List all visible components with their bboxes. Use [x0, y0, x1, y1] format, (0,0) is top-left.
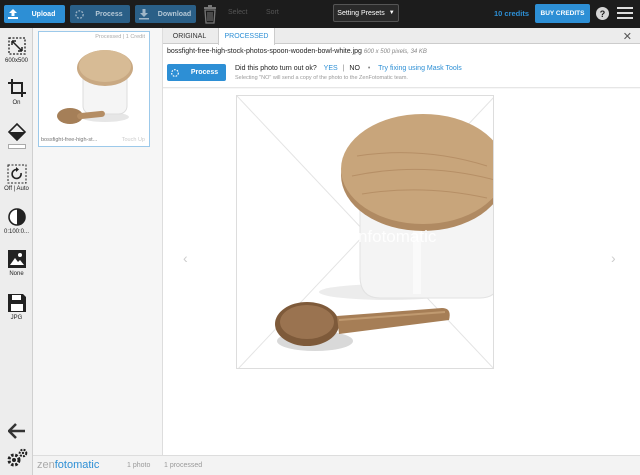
tab-original[interactable]: ORIGINAL: [163, 28, 216, 44]
brand-zen: zen: [37, 459, 55, 471]
help-icon[interactable]: ?: [596, 7, 609, 20]
question-text: Did this photo turn out ok?: [235, 65, 317, 72]
photo-count: 1 photo: [127, 462, 151, 469]
no-link[interactable]: NO: [349, 65, 360, 72]
sort-menu[interactable]: Sort: [266, 9, 279, 16]
buy-credits-button[interactable]: BUY CREDITS: [535, 4, 590, 23]
download-icon: [135, 5, 153, 23]
brand-logo: zenfotomatic: [37, 459, 99, 471]
format-value: JPG: [10, 315, 23, 321]
settings-gears-icon[interactable]: [0, 448, 33, 468]
upload-label: Upload: [31, 10, 56, 18]
yes-link[interactable]: YES: [324, 65, 338, 72]
prev-arrow-icon[interactable]: ‹: [183, 250, 188, 266]
tab-processed[interactable]: PROCESSED: [218, 28, 275, 45]
next-arrow-icon[interactable]: ›: [611, 250, 616, 266]
trash-icon[interactable]: [202, 4, 218, 24]
watermark-text: zenfotomatic: [340, 227, 437, 246]
back-arrow-icon[interactable]: [0, 423, 33, 439]
image-icon: [7, 250, 26, 268]
process-all-button[interactable]: Process: [70, 5, 130, 23]
process-button[interactable]: Process: [167, 64, 226, 81]
background-value: None: [9, 271, 24, 277]
file-info: bossfight-free-high-stock-photos-spoon-w…: [167, 48, 427, 55]
upload-icon: [4, 5, 22, 23]
resize-icon: [7, 37, 26, 55]
rotate-icon: [7, 164, 26, 184]
fill-color-swatch[interactable]: [7, 144, 26, 149]
size-value: 600x500: [4, 58, 29, 64]
contrast-icon: [7, 208, 26, 226]
view-tabs: ORIGINAL PROCESSED ✕: [163, 28, 640, 45]
feedback-note: Selecting "NO" will send a copy of the p…: [235, 75, 408, 81]
divider: |: [342, 65, 345, 72]
format-tool[interactable]: JPG: [0, 293, 33, 321]
levels-value: 0:100:0...: [3, 229, 30, 235]
process-all-label: Process: [95, 10, 123, 18]
processed-image-canvas: zenfotomatic: [236, 95, 494, 369]
tools-sidebar: 600x500 On Off | Auto 0:100:0... None JP…: [0, 28, 33, 475]
mask-tools-link[interactable]: Try fixing using Mask Tools: [378, 65, 462, 72]
upload-button[interactable]: Upload: [4, 5, 65, 23]
thumbnail-panel: Processed | 1 Credit bossfight-free-high…: [33, 28, 163, 455]
hamburger-menu-icon[interactable]: [617, 7, 633, 20]
caret-down-icon: ▼: [388, 10, 395, 16]
rotate-tool[interactable]: Off | Auto: [0, 164, 33, 192]
setting-presets-dropdown[interactable]: Setting Presets ▼: [333, 4, 399, 22]
brand-foto: fotomatic: [54, 459, 100, 471]
levels-tool[interactable]: 0:100:0...: [0, 207, 33, 235]
touch-up-button[interactable]: Touch Up: [122, 137, 145, 143]
paint-bucket-icon: [7, 122, 26, 142]
preview-panel: ORIGINAL PROCESSED ✕ bossfight-free-high…: [163, 28, 640, 455]
select-menu[interactable]: Select: [228, 9, 247, 16]
close-icon[interactable]: ✕: [623, 30, 632, 43]
spinner-icon: [167, 68, 183, 78]
crop-value: On: [12, 100, 21, 106]
processed-count: 1 processed: [164, 462, 203, 469]
crop-tool[interactable]: On: [0, 78, 33, 106]
rotate-value: Off | Auto: [4, 186, 29, 192]
background-fill-tool[interactable]: [0, 122, 33, 149]
process-label: Process: [190, 69, 219, 76]
top-toolbar: Upload Process Download Select Sort Sett…: [0, 0, 640, 28]
background-image-tool[interactable]: None: [0, 249, 33, 277]
product-photo: zenfotomatic: [237, 96, 493, 368]
size-tool[interactable]: 600x500: [0, 36, 33, 64]
header-divider: [163, 87, 640, 89]
feedback-question: Did this photo turn out ok? YES | NO • T…: [235, 65, 462, 72]
credits-count: 10 credits: [494, 9, 530, 18]
file-name: bossfight-free-high-stock-photos-spoon-w…: [167, 48, 362, 55]
save-disk-icon: [7, 294, 26, 312]
download-button[interactable]: Download: [135, 5, 196, 23]
thumb-status: Processed | 1 Credit: [95, 34, 145, 40]
status-footer: zenfotomatic 1 photo 1 processed: [33, 455, 640, 475]
download-label: Download: [157, 10, 192, 18]
bullet: •: [367, 65, 371, 72]
presets-label: Setting Presets: [337, 9, 385, 17]
file-meta: 600 x 500 pixels, 34 KB: [363, 49, 427, 55]
photo-thumbnail[interactable]: Processed | 1 Credit bossfight-free-high…: [38, 31, 150, 147]
spinner-icon: [70, 5, 88, 23]
crop-icon: [7, 79, 26, 97]
thumb-filename: bossfight-free-high-st...: [41, 137, 98, 143]
thumbnail-image: [57, 50, 133, 124]
